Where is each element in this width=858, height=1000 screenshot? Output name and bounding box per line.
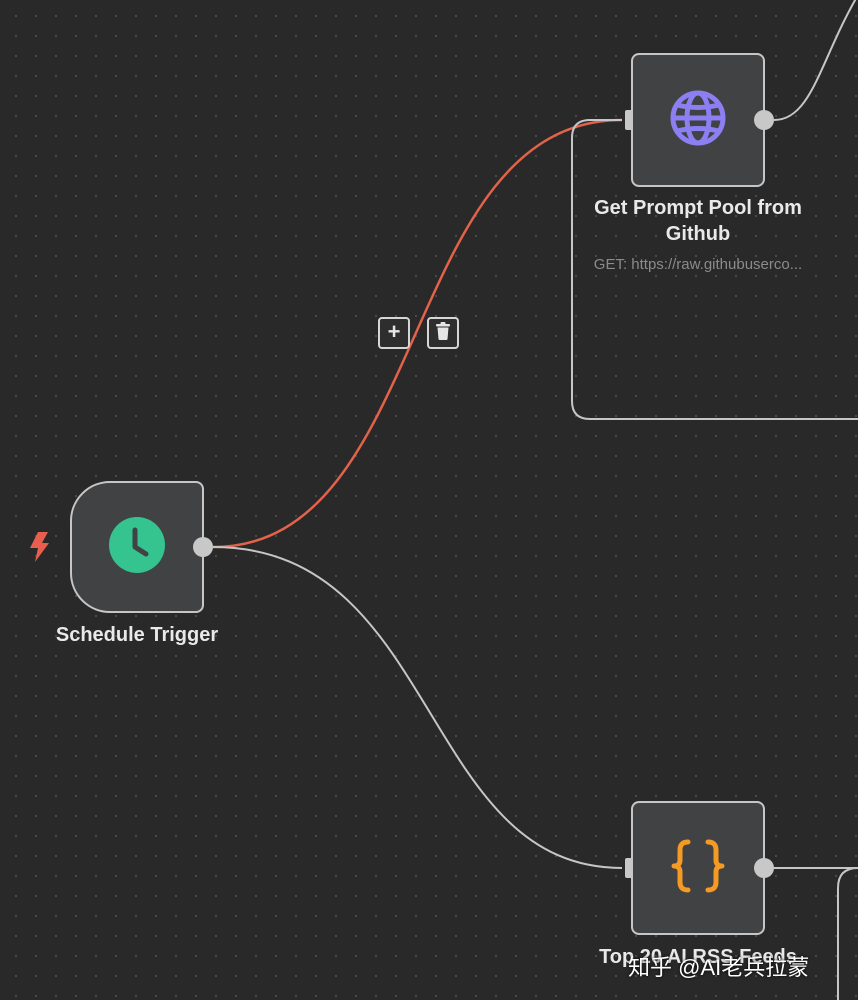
prompt-pool-output-handle[interactable] (754, 110, 774, 130)
schedule-trigger-node[interactable] (70, 481, 204, 613)
lightning-icon (26, 530, 52, 564)
rss-feeds-node[interactable] (631, 801, 765, 935)
rss-feeds-output-handle[interactable] (754, 858, 774, 878)
get-prompt-pool-node[interactable] (631, 53, 765, 187)
prompt-pool-label: Get Prompt Pool from Github (548, 195, 848, 247)
edge-prompt-pool-out[interactable] (773, 0, 858, 121)
delete-connection-button[interactable] (427, 317, 459, 349)
schedule-trigger-output-handle[interactable] (193, 537, 213, 557)
watermark-text: 知乎 @AI老兵拉蒙 (628, 955, 810, 980)
clock-icon (108, 516, 166, 579)
workflow-canvas[interactable]: Schedule Trigger Get Prompt Pool from Gi… (0, 0, 858, 1000)
prompt-pool-label-line2: Github (665, 223, 731, 245)
prompt-pool-subtitle: GET: https://raw.githubuserco... (593, 256, 803, 273)
edge-trigger-to-rss-feeds[interactable] (212, 546, 623, 869)
plus-icon: + (387, 319, 401, 344)
edge-trigger-to-prompt-pool[interactable] (212, 118, 623, 549)
globe-icon (668, 88, 728, 153)
schedule-trigger-label: Schedule Trigger (55, 624, 219, 646)
add-node-button[interactable]: + (378, 317, 410, 349)
prompt-pool-label-line1: Get Prompt Pool from (594, 197, 802, 219)
braces-icon (670, 836, 726, 901)
trash-icon (435, 320, 451, 346)
